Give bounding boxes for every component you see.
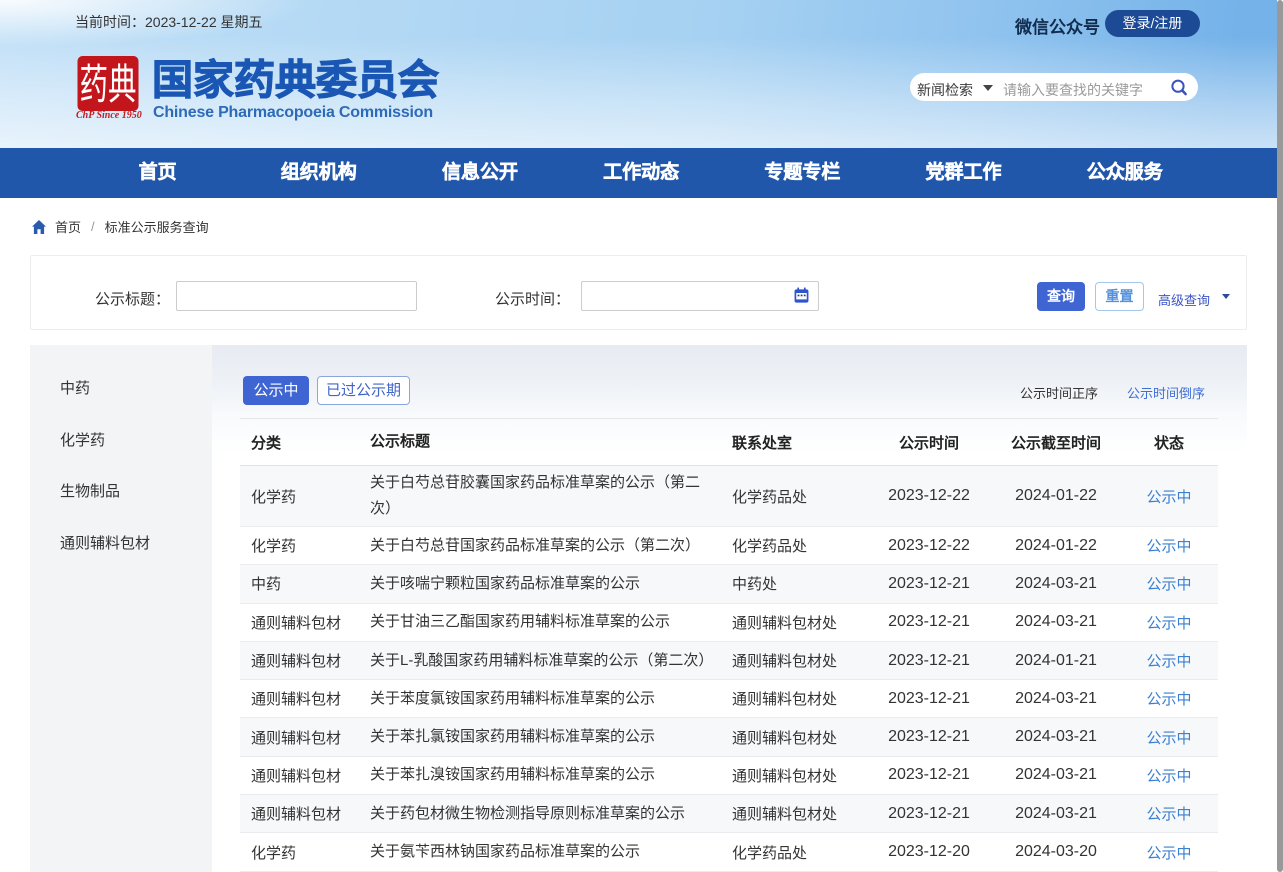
svg-text:药典: 药典 [80, 62, 137, 109]
